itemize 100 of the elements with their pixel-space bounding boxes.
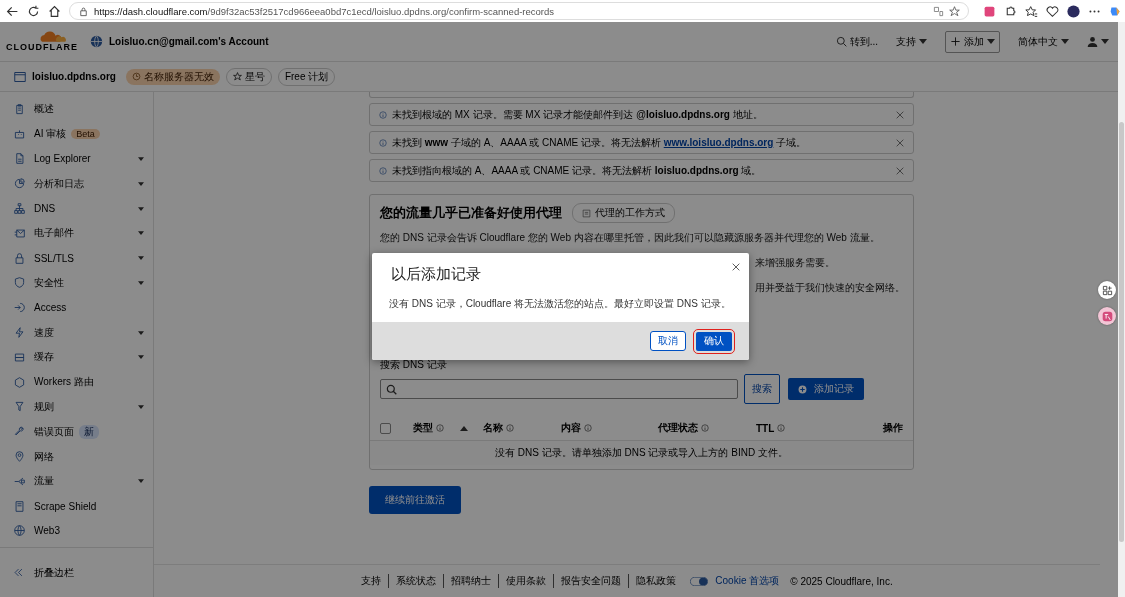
sidebar-item[interactable]: SSL/TLS [0,245,153,271]
avatar-icon[interactable] [1067,4,1080,18]
sidebar-item[interactable]: AI 审核 Beta [0,121,153,147]
sidebar-item[interactable]: 速度 [0,320,153,345]
search-label: 搜索 DNS 记录 [380,358,448,372]
sidebar-label: Web3 [34,525,60,537]
confirm-button[interactable]: 确认 [696,331,732,351]
sidebar-label: Workers 路由 [34,375,94,390]
sidebar-label: 错误页面 [34,424,74,439]
lightning-icon [14,327,25,339]
footer-link[interactable]: 报告安全问题 [561,574,630,588]
description-text: 用并受益于我们快速的安全网络。 [755,281,903,295]
sidebar-label: SSL/TLS [34,252,75,264]
user-menu[interactable] [1087,36,1109,47]
footer-link[interactable]: 招聘纳士 [451,574,500,588]
globe-icon [14,525,25,537]
sidebar-label: 概述 [34,102,54,117]
column-header[interactable]: 操作 [883,421,903,435]
sidebar-item[interactable]: Scrape Shield [0,493,153,519]
map-pin-icon [14,451,25,463]
add-record-button[interactable]: 添加记录 [788,378,864,400]
cancel-button[interactable]: 取消 [650,331,686,351]
apps-icon [1101,284,1113,296]
close-icon[interactable] [896,166,904,175]
sidebar-item[interactable]: Web3 [0,518,153,544]
alert-text: 未找到 www 子域的 A、AAAA 或 CNAME 记录。将无法解析 www.loisluo.dpdns.org 子域。 [392,135,807,150]
footer-link[interactable]: 使用条款 [506,574,555,588]
info-icon [379,110,387,119]
modal-message: 没有 DNS 记录，Cloudflare 将无法激活您的站点。最好立即设置 DNS 记录。 [389,297,732,311]
search-button[interactable]: 搜索 [744,374,780,404]
star-icon[interactable] [949,5,960,17]
sign-in-icon [14,302,25,314]
sidebar-label: 电子邮件 [34,226,74,241]
language-menu[interactable]: 简体中文 [1018,34,1069,49]
sidebar-item[interactable]: 概述 [0,97,153,122]
sidebar-item[interactable]: 分析和日志 [0,171,153,197]
sidebar-badge: 新 [79,424,99,439]
close-icon[interactable] [732,263,740,271]
footer-link[interactable]: 支持 [361,574,390,588]
back-icon[interactable] [6,4,19,18]
heart-icon[interactable] [1046,4,1059,18]
plus-icon [950,36,961,47]
status-badge: 名称服务器无效 [125,68,220,85]
sidebar-label: AI 审核 [34,127,67,142]
sidebar-item[interactable]: 网络 [0,444,153,469]
scrollbar[interactable] [1118,22,1125,597]
footer-link[interactable]: 系统状态 [396,574,445,588]
footer-link[interactable]: 隐私政策 [636,574,684,588]
column-header[interactable]: 名称 [483,421,561,435]
add-button[interactable]: 添加 [945,30,1000,53]
shield-icon [14,277,25,289]
star-icon [232,72,242,81]
column-header[interactable]: TTL [756,422,830,434]
refresh-icon[interactable] [27,4,40,18]
sidebar-item[interactable]: 缓存 [0,344,153,370]
select-all-checkbox[interactable] [380,422,391,434]
sidebar-item[interactable]: 规则 [0,394,153,420]
column-header[interactable]: 内容 [561,421,658,435]
url-text: https://dash.cloudflare.com/9d9f32ac53f2517cd966eea0bd7c1ecd/loisluo.dpdns.org/confirm-scanned-records [94,5,554,17]
sidebar-item[interactable]: 流量 [0,468,153,494]
close-icon[interactable] [896,110,904,119]
home-icon[interactable] [48,4,61,18]
favorites-icon[interactable] [1025,4,1038,18]
sidebar-label: Scrape Shield [34,500,97,512]
sidebar-item[interactable]: DNS [0,196,153,221]
hexagon-icon [14,376,25,388]
how-proxy-works-link[interactable]: 代理的工作方式 [572,203,675,223]
network-icon [14,203,25,215]
sidebar-item[interactable]: 电子邮件 [0,221,153,246]
column-header[interactable]: 类型 [413,421,483,435]
column-header[interactable]: 代理状态 [658,421,756,435]
account-name[interactable]: Loisluo.cn@gmail.com's Account [109,36,269,47]
alert-text: 未找到根域的 MX 记录。需要 MX 记录才能使邮件到达 @loisluo.dpdns.org 地址。 [392,107,763,122]
domain-name: loisluo.dpdns.org [32,71,116,82]
info-icon [379,138,387,147]
sidebar-item[interactable]: Access [0,295,153,321]
lock-icon [14,252,25,264]
sidebar-item[interactable]: 安全性 [0,270,153,296]
collapse-sidebar-button[interactable]: 折叠边栏 [0,548,153,597]
sidebar-label: 缓存 [34,350,54,365]
cookie-preferences-link[interactable]: Cookie 首选项 [715,574,780,588]
funnel-icon [14,401,25,413]
copyright-text: © 2025 Cloudflare, Inc. [790,575,893,587]
wrench-icon [14,426,25,438]
clipboard-icon [14,103,25,115]
modal-title: 以后添加记录 [391,264,481,284]
close-icon[interactable] [896,138,904,147]
logo-text: CLOUDFLARE [6,42,78,52]
extension-icon[interactable] [983,4,996,18]
goto-search[interactable]: 转到... [835,34,878,49]
continue-button[interactable]: 继续前往激活 [369,486,461,514]
domain-link[interactable]: www.loisluo.dpdns.org [663,136,774,148]
address-bar[interactable]: https://dash.cloudflare.com/9d9f32ac53f2517cd966eea0bd7c1ecd/loisluo.dpdns.org/confirm-scanned-records [69,2,969,20]
sidebar-item[interactable]: Workers 路由 [0,369,153,395]
search-field[interactable] [380,379,738,399]
support-menu[interactable]: 支持 [896,34,927,49]
globe-icon [90,35,103,48]
sidebar-item[interactable]: Log Explorer [0,146,153,172]
robot-icon [14,128,25,140]
sidebar-item[interactable]: 错误页面 新 [0,419,153,445]
